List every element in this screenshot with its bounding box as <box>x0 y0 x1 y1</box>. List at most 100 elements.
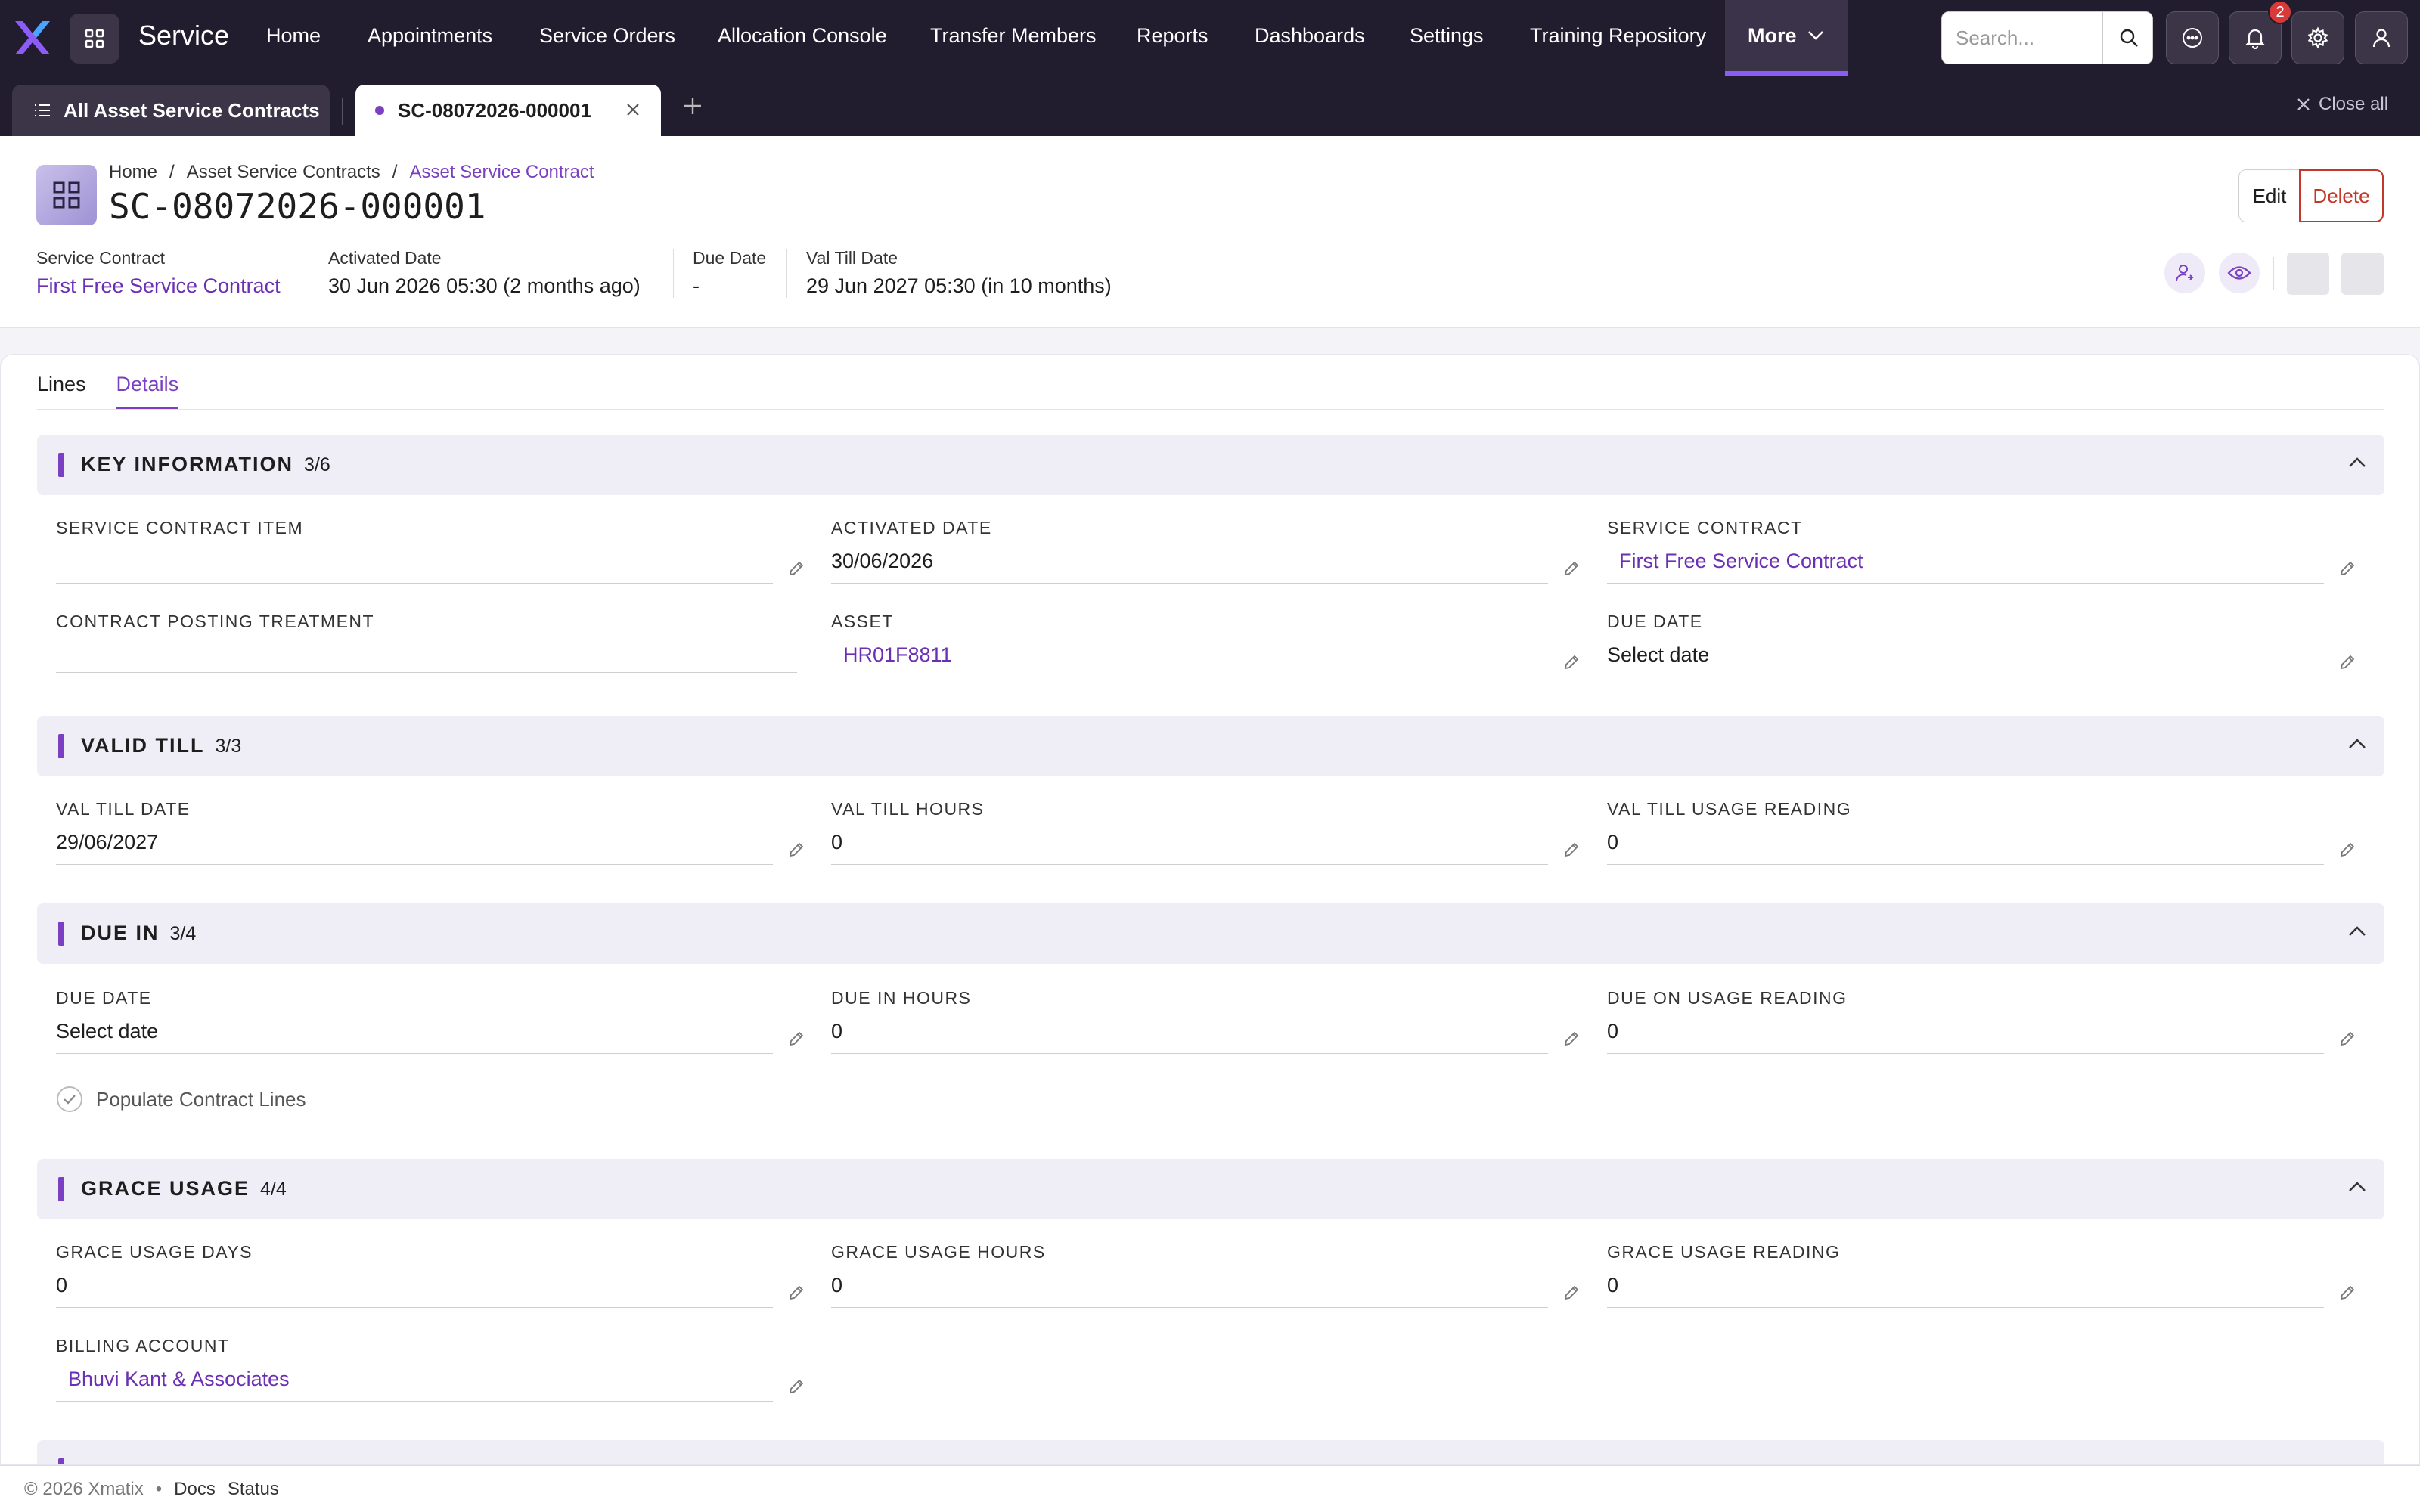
placeholder-action-button[interactable] <box>2341 253 2384 295</box>
service-contract-field-link[interactable]: First Free Service Contract <box>1619 550 1863 573</box>
field-label: ACTIVATED DATE <box>831 518 992 538</box>
breadcrumb-home[interactable]: Home <box>109 162 157 183</box>
pencil-icon[interactable] <box>788 1284 805 1301</box>
section-accent-bar <box>58 1177 64 1201</box>
nav-dashboards[interactable]: Dashboards <box>1255 24 1365 48</box>
checkbox-label: Populate Contract Lines <box>96 1087 306 1111</box>
pencil-icon[interactable] <box>2339 654 2356 671</box>
edit-button[interactable]: Edit <box>2238 169 2301 222</box>
pencil-icon[interactable] <box>1563 841 1580 858</box>
chat-button[interactable] <box>2166 11 2219 64</box>
nav-allocation-console[interactable]: Allocation Console <box>718 24 887 48</box>
breadcrumb-separator: / <box>392 162 398 182</box>
gear-icon <box>2307 26 2328 49</box>
nav-home[interactable]: Home <box>266 24 321 48</box>
section-key-information[interactable]: KEY INFORMATION 3/6 <box>37 435 2384 495</box>
section-next-collapsed[interactable] <box>37 1440 2384 1464</box>
pencil-icon[interactable] <box>788 1030 805 1047</box>
app-launcher-grid-icon[interactable] <box>70 14 119 64</box>
field-value[interactable]: 30/06/2026 <box>831 550 933 573</box>
tabs-divider <box>37 409 2384 410</box>
nav-training-repository[interactable]: Training Repository <box>1530 24 1706 48</box>
close-icon <box>2297 98 2310 110</box>
field-grace-usage-days: GRACE USAGE DAYS 0 <box>56 1242 804 1321</box>
xmatix-logo-icon[interactable] <box>11 17 53 59</box>
pencil-icon[interactable] <box>1563 654 1580 671</box>
populate-contract-lines-checkbox[interactable]: Populate Contract Lines <box>57 1086 306 1112</box>
pencil-icon[interactable] <box>1563 1284 1580 1301</box>
field-value[interactable]: 0 <box>831 1274 842 1297</box>
chevron-up-icon[interactable] <box>2348 737 2366 749</box>
service-contract-link[interactable]: First Free Service Contract <box>36 274 281 298</box>
pencil-icon[interactable] <box>788 560 805 577</box>
field-value[interactable]: 0 <box>831 831 842 854</box>
nav-settings[interactable]: Settings <box>1410 24 1484 48</box>
list-icon <box>35 104 50 116</box>
section-title: KEY INFORMATION 3/6 <box>81 453 330 476</box>
search-button[interactable] <box>2102 12 2152 64</box>
field-value[interactable]: Select date <box>56 1020 158 1043</box>
field-value[interactable]: 0 <box>56 1274 67 1297</box>
nav-reports[interactable]: Reports <box>1137 24 1208 48</box>
tab-all-asset-service-contracts[interactable]: All Asset Service Contracts <box>12 85 330 136</box>
user-profile-button[interactable] <box>2355 11 2408 64</box>
field-label: BILLING ACCOUNT <box>56 1336 230 1356</box>
tab-lines[interactable]: Lines <box>37 373 86 410</box>
field-value[interactable]: 0 <box>1607 1020 1618 1043</box>
pencil-icon[interactable] <box>2339 1030 2356 1047</box>
check-icon <box>57 1086 82 1112</box>
watch-button[interactable] <box>2219 253 2260 293</box>
tab-current-record[interactable]: SC-08072026-000001 <box>355 85 661 136</box>
pencil-icon[interactable] <box>1563 1030 1580 1047</box>
nav-more-menu[interactable]: More <box>1725 0 1848 76</box>
pencil-icon[interactable] <box>788 841 805 858</box>
chevron-up-icon[interactable] <box>2348 1180 2366 1192</box>
field-underline <box>831 1307 1548 1308</box>
section-title: VALID TILL 3/3 <box>81 734 242 757</box>
field-value[interactable]: 0 <box>1607 831 1618 854</box>
footer-status-link[interactable]: Status <box>228 1479 279 1500</box>
close-all-tabs-button[interactable]: Close all <box>2296 94 2388 115</box>
add-tab-icon[interactable] <box>682 95 703 116</box>
field-value[interactable]: Select date <box>1607 643 1709 667</box>
search-input[interactable] <box>1942 12 2102 64</box>
tab-details[interactable]: Details <box>116 373 179 410</box>
toolbar-divider <box>2273 257 2274 290</box>
user-icon <box>2372 29 2391 48</box>
pencil-icon[interactable] <box>2339 1284 2356 1301</box>
meta-val-till-date: Val Till Date 29 Jun 2027 05:30 (in 10 m… <box>806 248 1112 298</box>
field-val-till-hours: VAL TILL HOURS 0 <box>831 799 1579 878</box>
pencil-icon[interactable] <box>1563 560 1580 577</box>
footer-docs-link[interactable]: Docs <box>174 1479 216 1500</box>
nav-appointments[interactable]: Appointments <box>368 24 492 48</box>
pencil-icon[interactable] <box>2339 560 2356 577</box>
field-due-date: DUE DATE Select date <box>1607 612 2355 690</box>
tab-separator <box>342 98 343 125</box>
settings-button[interactable] <box>2291 11 2344 64</box>
nav-transfer-members[interactable]: Transfer Members <box>930 24 1097 48</box>
field-value[interactable]: 29/06/2027 <box>56 831 158 854</box>
close-tab-icon[interactable] <box>625 101 641 118</box>
field-value[interactable]: 0 <box>831 1020 842 1043</box>
chevron-up-icon[interactable] <box>2348 456 2366 468</box>
pencil-icon[interactable] <box>2339 841 2356 858</box>
assign-user-button[interactable] <box>2164 253 2205 293</box>
nav-service-orders[interactable]: Service Orders <box>539 24 675 48</box>
placeholder-action-button[interactable] <box>2287 253 2329 295</box>
record-tabs-bar: All Asset Service Contracts SC-08072026-… <box>0 76 2420 136</box>
field-underline <box>1607 1307 2324 1308</box>
pencil-icon[interactable] <box>788 1378 805 1395</box>
field-due-in-date: DUE DATE Select date <box>56 988 804 1067</box>
field-due-on-usage-reading: DUE ON USAGE READING 0 <box>1607 988 2355 1067</box>
delete-button[interactable]: Delete <box>2299 169 2384 222</box>
meta-label: Service Contract <box>36 248 166 268</box>
section-grace-usage[interactable]: GRACE USAGE 4/4 <box>37 1159 2384 1219</box>
field-label: GRACE USAGE READING <box>1607 1242 1841 1262</box>
breadcrumb-asset-service-contracts[interactable]: Asset Service Contracts <box>187 162 380 183</box>
billing-account-link[interactable]: Bhuvi Kant & Associates <box>68 1368 290 1391</box>
chevron-up-icon[interactable] <box>2348 925 2366 937</box>
section-valid-till[interactable]: VALID TILL 3/3 <box>37 716 2384 776</box>
field-value[interactable]: 0 <box>1607 1274 1618 1297</box>
section-due-in[interactable]: DUE IN 3/4 <box>37 903 2384 964</box>
asset-link[interactable]: HR01F8811 <box>843 643 952 667</box>
